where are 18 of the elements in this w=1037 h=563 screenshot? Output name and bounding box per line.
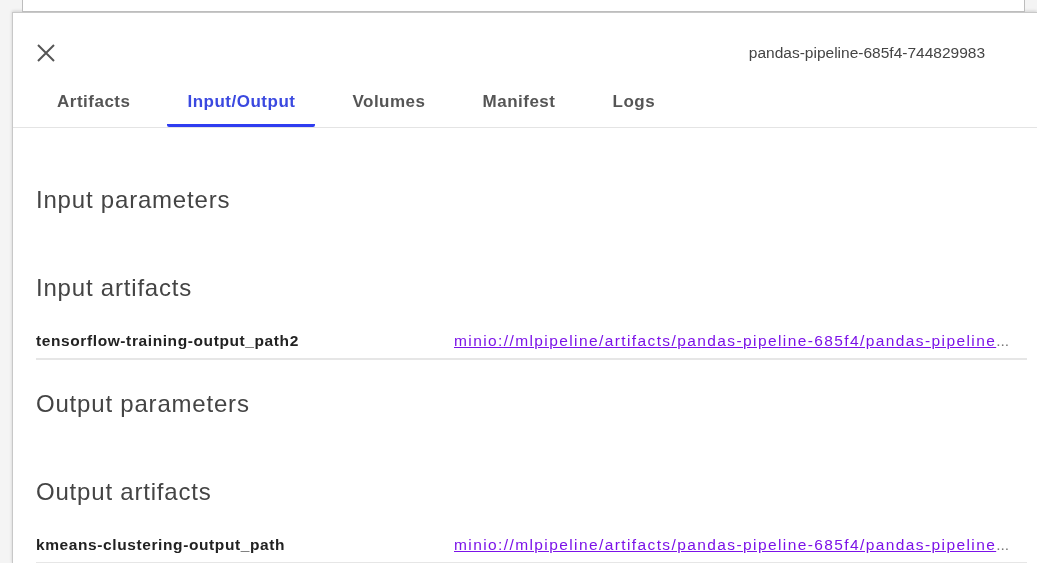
ellipsis: ... bbox=[996, 536, 1010, 554]
artifact-name: kmeans-clustering-output_path bbox=[36, 536, 287, 554]
section-title: Input artifacts bbox=[36, 274, 194, 303]
ellipsis: ... bbox=[996, 332, 1010, 350]
artifact-link[interactable]: minio://mlpipeline/artifacts/pandas-pipeline-685f4/pandas-pipeline bbox=[454, 332, 997, 350]
tab[interactable]: Input/Output bbox=[167, 82, 316, 127]
run-id: pandas-pipeline-685f4-744829983 bbox=[748, 43, 985, 62]
tab[interactable]: Artifacts bbox=[37, 82, 151, 127]
section-title: Input parameters bbox=[36, 186, 232, 215]
close-button[interactable] bbox=[35, 41, 57, 64]
tab[interactable]: Volumes bbox=[332, 82, 446, 127]
tab[interactable]: Logs bbox=[592, 82, 676, 127]
tab[interactable]: Manifest bbox=[462, 82, 576, 127]
section-title: Output artifacts bbox=[36, 478, 213, 507]
close-icon bbox=[37, 43, 55, 62]
artifact-name: tensorflow-training-output_path2 bbox=[36, 332, 300, 350]
section-title: Output parameters bbox=[36, 390, 251, 419]
artifact-link[interactable]: minio://mlpipeline/artifacts/pandas-pipeline-685f4/pandas-pipeline bbox=[454, 536, 997, 554]
